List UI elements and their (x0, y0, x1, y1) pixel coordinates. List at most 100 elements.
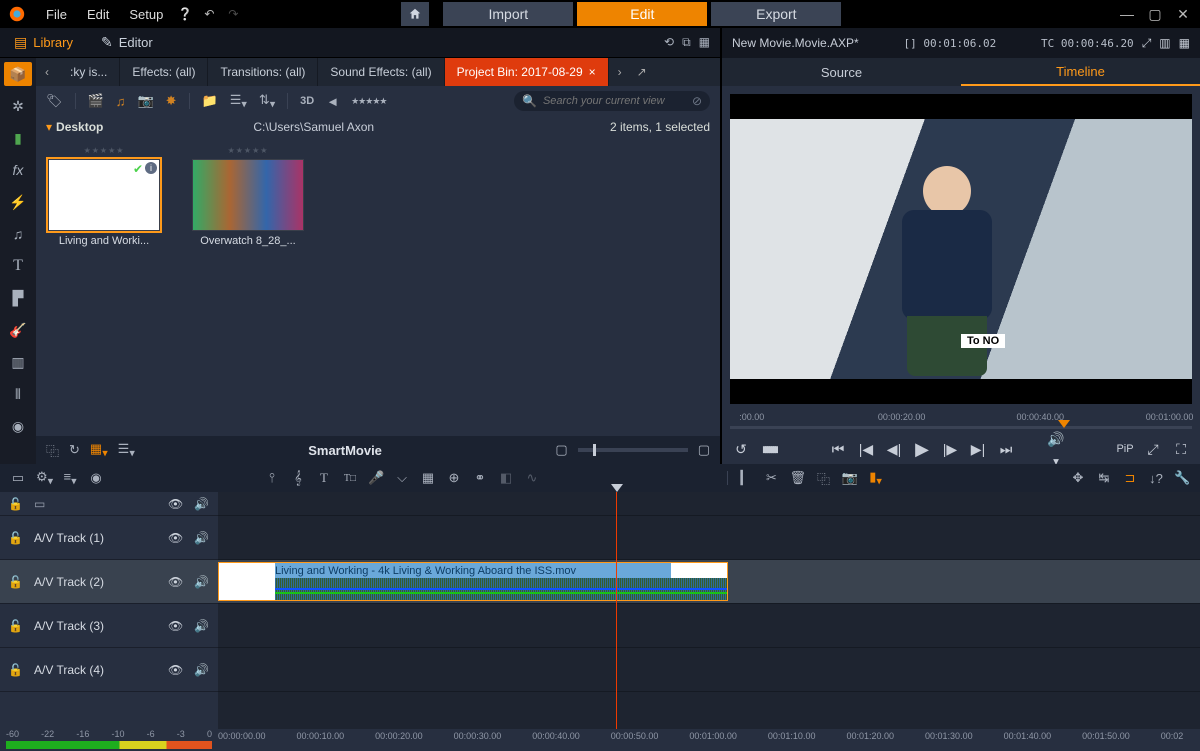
tl-keyframe-icon[interactable]: ↓? (1148, 471, 1164, 486)
folder-name[interactable]: Desktop (56, 120, 103, 134)
time-ticks[interactable]: 00:00:00.00 00:00:10.00 00:00:20.00 00:0… (218, 729, 1200, 751)
zoom-in-icon[interactable]: ▢ (698, 442, 710, 458)
cat-tab-0[interactable]: :ky is... (58, 58, 120, 86)
menu-file[interactable]: File (38, 3, 75, 26)
tl-disc-icon[interactable]: ◉ (88, 470, 104, 486)
audio-icon[interactable]: ♫ (116, 94, 126, 109)
thumb-0[interactable]: ★★★★★ ✔ i Living and Worki... (44, 146, 164, 247)
window-close[interactable]: ✕ (1174, 6, 1192, 23)
lock-icon[interactable]: 🔓 (8, 531, 24, 545)
audio-balance-line[interactable] (275, 592, 727, 594)
volume-icon[interactable]: 🔊▾ (1047, 431, 1065, 468)
preview-ruler[interactable]: :00.00 00:00:20.00 00:00:40.00 00:01:00.… (730, 412, 1192, 434)
fullscreen-icon[interactable]: ▦ (1179, 36, 1190, 50)
search-input[interactable] (543, 95, 686, 107)
audio-level-line[interactable] (275, 588, 727, 590)
tl-title-icon[interactable]: T (316, 470, 332, 486)
speaker-icon[interactable]: 🔊 (194, 575, 210, 589)
rail-disc-icon[interactable]: ◉ (4, 414, 32, 438)
rail-bolt-icon[interactable]: ⚡ (4, 190, 32, 214)
eye-icon[interactable]: 👁 (168, 531, 184, 545)
folder-icon[interactable]: 📁 (202, 93, 218, 109)
cat-tab-3[interactable]: Sound Effects: (all) (318, 58, 444, 86)
clip-0[interactable]: Living and Working - 4k Living & Working… (218, 562, 728, 601)
track-header-3[interactable]: 🔓 A/V Track (3) 👁 🔊 (0, 604, 218, 648)
redo-icon[interactable]: ↷ (223, 4, 243, 24)
tab-source[interactable]: Source (722, 58, 961, 86)
sort-icon[interactable]: ⇅▾ (259, 92, 275, 111)
layout-icon[interactable]: ▦ (699, 35, 710, 50)
search-box[interactable]: 🔍 ⊘ (514, 91, 710, 111)
menu-setup[interactable]: Setup (121, 3, 171, 26)
tl-marker-icon[interactable]: ▮▾ (868, 469, 884, 488)
timeline-playhead[interactable] (616, 492, 617, 729)
cat-tab-1[interactable]: Effects: (all) (120, 58, 208, 86)
tl-motion-icon[interactable]: ∿ (524, 470, 540, 486)
lock-icon[interactable]: 🔓 (8, 497, 24, 511)
tl-slip-icon[interactable]: ↹ (1096, 470, 1112, 486)
tl-grid-icon[interactable]: ▦ (420, 470, 436, 486)
tl-camera-icon[interactable]: 📷 (842, 470, 858, 486)
tl-link-icon[interactable]: ⚭ (472, 470, 488, 486)
rail-text-icon[interactable]: T (4, 254, 32, 278)
tl-trash-icon[interactable]: 🗑 (790, 470, 806, 486)
eye-icon[interactable]: 👁 (168, 619, 184, 633)
tl-trim-icon[interactable]: ✥ (1070, 470, 1086, 486)
lock-icon[interactable]: 🔓 (8, 619, 24, 633)
flag-icon[interactable]: ◄ (326, 94, 339, 109)
rail-box-icon[interactable]: 📦 (4, 62, 32, 86)
speaker-icon[interactable]: 🔊 (194, 663, 210, 677)
tab-timeline[interactable]: Timeline (961, 58, 1200, 86)
rail-layers-icon[interactable]: ▛ (4, 286, 32, 310)
go-end-icon[interactable]: ⏭ (997, 441, 1015, 458)
thumb-size-slider[interactable] (578, 448, 688, 452)
tl-mic-icon[interactable]: 🎤 (368, 470, 384, 486)
next-frame-icon[interactable]: ▶| (969, 441, 987, 458)
search-clear-icon[interactable]: ⊘ (692, 94, 702, 108)
cat-close-icon[interactable]: × (589, 65, 596, 79)
tag-add-icon[interactable]: 🏷 (46, 93, 63, 109)
zoom-out-icon[interactable]: ▢ (555, 442, 567, 458)
shuttle-icon[interactable]: ▮▮▮▮▮▮▮ (760, 444, 778, 455)
lane-2[interactable]: Living and Working - 4k Living & Working… (218, 560, 1200, 604)
popout-preview-icon[interactable]: ⤢ (1142, 36, 1152, 51)
speaker-icon[interactable]: 🔊 (194, 531, 210, 545)
refresh-icon[interactable]: ⟲ (664, 35, 674, 50)
tl-markin-icon[interactable]: ▎ (738, 470, 754, 486)
track-header-master[interactable]: 🔓 ▭ 👁 🔊 (0, 492, 218, 516)
tl-split-icon[interactable]: ✂ (764, 470, 780, 486)
menu-edit[interactable]: Edit (79, 3, 117, 26)
cat-pin-icon[interactable]: ↗ (631, 58, 653, 86)
cat-tab-2[interactable]: Transitions: (all) (208, 58, 318, 86)
rail-eq-icon[interactable]: ⫴ (4, 382, 32, 406)
window-minimize[interactable]: — (1118, 6, 1136, 22)
rail-color-icon[interactable]: ▮ (4, 126, 32, 150)
tab-edit[interactable]: Edit (577, 2, 707, 26)
track-lanes[interactable]: Living and Working - 4k Living & Working… (218, 492, 1200, 729)
lane-4[interactable] (218, 648, 1200, 692)
copy-icon[interactable]: ⿻ (46, 441, 59, 460)
rail-reel-icon[interactable]: ✲ (4, 94, 32, 118)
loop-icon[interactable]: ↺ (732, 441, 750, 458)
snapshot-icon[interactable]: ⛶ (1172, 441, 1190, 458)
tl-treble-icon[interactable]: 𝄞 (290, 470, 306, 486)
tab-import[interactable]: Import (443, 2, 573, 26)
tab-library[interactable]: ▤ Library (0, 28, 87, 58)
lane-3[interactable] (218, 604, 1200, 648)
tl-color-icon[interactable]: ◧ (498, 470, 514, 486)
lock-icon[interactable]: 🔓 (8, 663, 24, 677)
speaker-icon[interactable]: 🔊 (194, 497, 210, 511)
dual-view-icon[interactable]: ▥ (1159, 36, 1170, 50)
playhead-marker-icon[interactable] (611, 484, 623, 492)
tl-view-icon[interactable]: ▭ (10, 470, 26, 486)
rail-tuning-icon[interactable]: 🎸 (4, 318, 32, 342)
list-view-icon[interactable]: ☰▾ (118, 441, 135, 460)
undo-icon[interactable]: ↶ (199, 4, 219, 24)
preview-viewer[interactable]: To NO (730, 94, 1192, 404)
go-start-icon[interactable]: ⏮ (829, 441, 847, 458)
step-fwd-icon[interactable]: |▶ (941, 441, 959, 458)
help-icon[interactable]: ❔ (175, 4, 195, 24)
popout-icon[interactable]: ⧉ (682, 35, 691, 50)
tl-mixer-icon[interactable]: ⫯ (264, 470, 280, 486)
home-button[interactable] (401, 2, 429, 26)
